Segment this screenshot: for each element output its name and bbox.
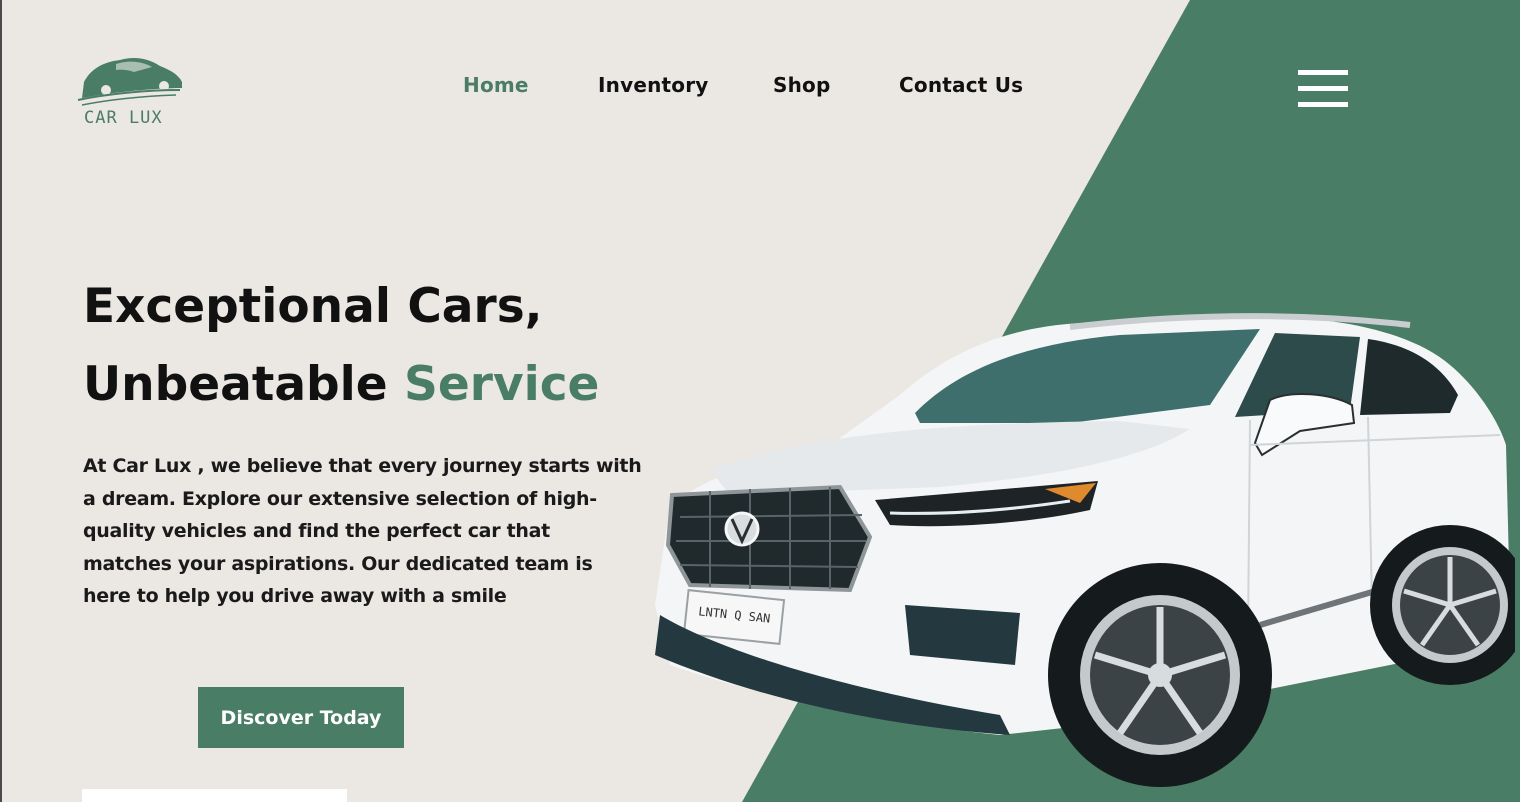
nav-item-inventory[interactable]: Inventory (598, 73, 709, 97)
hamburger-menu-icon[interactable] (1298, 70, 1350, 108)
white-suv-image: LNTN Q SAN (655, 313, 1515, 787)
secondary-button-edge (82, 789, 347, 802)
headline-line-2: Unbeatable (83, 357, 405, 412)
nav-item-shop[interactable]: Shop (773, 73, 831, 97)
hero-headline: Exceptional Cars, Unbeatable Service (83, 268, 599, 424)
car-logo-icon (77, 58, 182, 106)
nav-item-home[interactable]: Home (463, 73, 529, 97)
headline-accent-word: Service (404, 357, 600, 412)
hero-description: At Car Lux , we believe that every journ… (83, 455, 642, 607)
brand-logo[interactable]: CAR LUX (76, 52, 186, 128)
nav-item-contact-us[interactable]: Contact Us (899, 73, 1023, 97)
discover-today-button[interactable]: Discover Today (198, 687, 404, 748)
headline-line-1: Exceptional Cars, (83, 279, 543, 334)
brand-name: CAR LUX (84, 108, 163, 128)
